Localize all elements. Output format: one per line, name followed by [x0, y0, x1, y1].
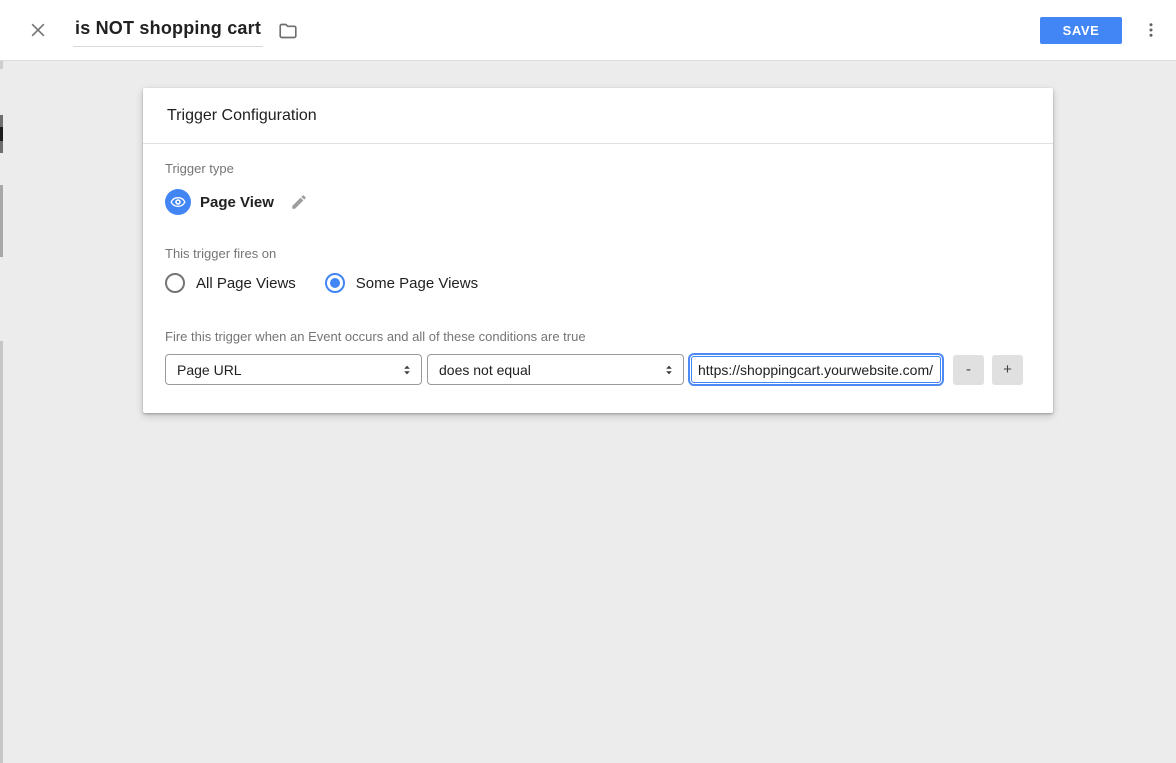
operator-select-value: does not equal — [439, 362, 661, 378]
trigger-type-label: Trigger type — [165, 161, 1031, 176]
edit-trigger-type-icon[interactable] — [289, 192, 309, 212]
edge-segment — [0, 127, 3, 141]
page-view-icon — [165, 189, 191, 215]
select-arrows-icon — [661, 362, 677, 378]
select-arrows-icon — [399, 362, 415, 378]
operator-select[interactable]: does not equal — [427, 354, 684, 385]
variable-select-value: Page URL — [177, 362, 399, 378]
close-icon[interactable] — [27, 19, 49, 41]
pencil-glyph — [290, 193, 308, 211]
radio-selected-icon — [325, 273, 345, 293]
card-title: Trigger Configuration — [143, 88, 1053, 144]
eye-glyph — [168, 192, 188, 212]
folder-icon[interactable] — [276, 19, 300, 43]
fires-on-label: This trigger fires on — [165, 246, 1031, 261]
edge-segment — [0, 61, 3, 69]
trigger-name-input[interactable]: is NOT shopping cart — [73, 14, 263, 47]
add-condition-button[interactable]: + — [992, 355, 1023, 385]
header-actions: SAVE — [1040, 17, 1176, 44]
condition-help-label: Fire this trigger when an Event occurs a… — [165, 329, 1031, 344]
condition-value-field-focus-ring — [688, 353, 944, 386]
fires-on-options: All Page Views Some Page Views — [165, 273, 1031, 293]
close-x-glyph — [28, 20, 48, 40]
radio-unselected-icon — [165, 273, 185, 293]
edge-segment — [0, 185, 3, 257]
dialog-content-area: Trigger Configuration Trigger type Page … — [0, 88, 1176, 413]
overflow-menu-icon[interactable] — [1138, 17, 1164, 43]
radio-label: All Page Views — [196, 275, 296, 292]
background-page-edge — [0, 61, 3, 763]
remove-condition-button[interactable]: - — [953, 355, 984, 385]
dialog-header-bar: is NOT shopping cart SAVE — [0, 0, 1176, 61]
edge-segment — [0, 341, 3, 763]
radio-all-page-views[interactable]: All Page Views — [165, 273, 296, 293]
folder-glyph — [277, 20, 299, 42]
condition-value-input[interactable] — [691, 356, 941, 383]
trigger-type-row: Page View — [165, 189, 1031, 215]
card-body: Trigger type Page View This trigger fire… — [143, 144, 1053, 413]
radio-some-page-views[interactable]: Some Page Views — [325, 273, 478, 293]
trigger-configuration-card: Trigger Configuration Trigger type Page … — [143, 88, 1053, 413]
radio-label: Some Page Views — [356, 275, 478, 292]
condition-row: Page URL does not equal — [165, 353, 1031, 386]
vertical-dots-glyph — [1142, 21, 1160, 39]
variable-select[interactable]: Page URL — [165, 354, 422, 385]
save-button[interactable]: SAVE — [1040, 17, 1122, 44]
trigger-type-name: Page View — [200, 194, 274, 211]
